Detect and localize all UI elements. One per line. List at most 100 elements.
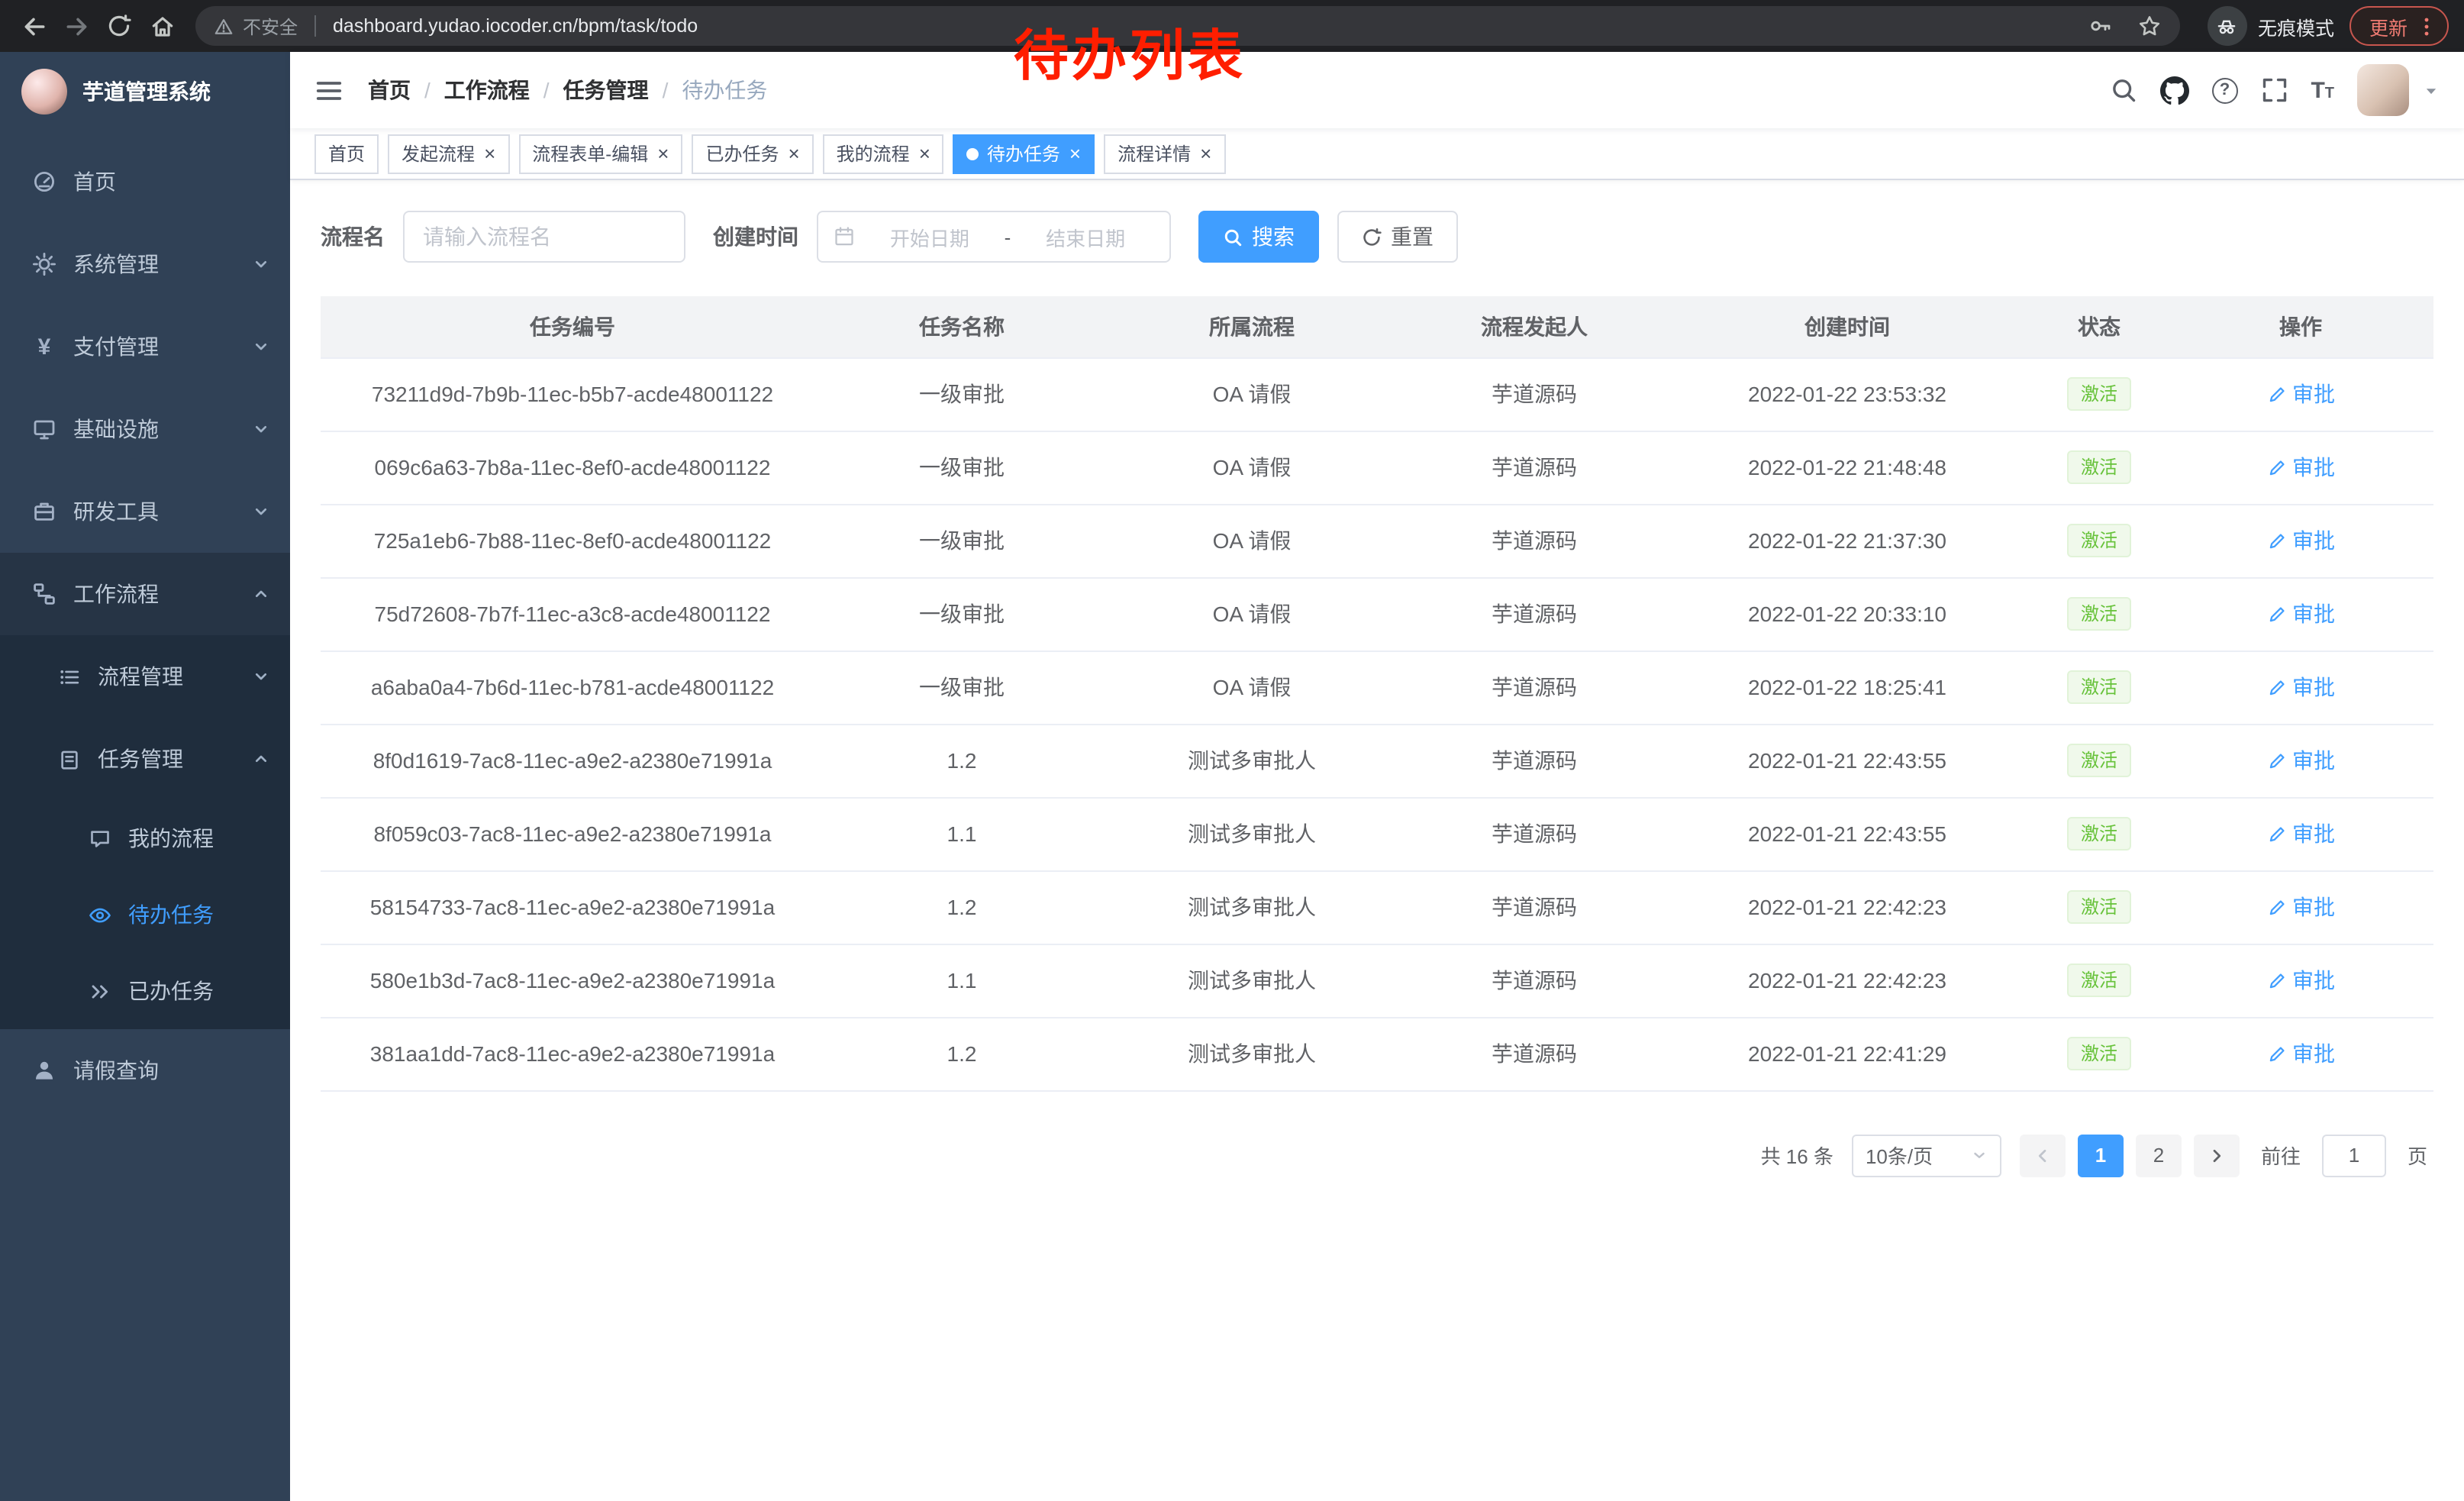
sidebar-item-system[interactable]: 系统管理 — [0, 223, 290, 305]
browser-menu-dots-icon[interactable] — [2415, 15, 2438, 37]
sidebar-item-devtools[interactable]: 研发工具 — [0, 470, 290, 553]
close-icon[interactable]: × — [919, 144, 930, 163]
prev-page-button[interactable] — [2020, 1134, 2066, 1177]
approve-link[interactable]: 审批 — [2266, 818, 2335, 849]
tab-my-process[interactable]: 我的流程 × — [823, 134, 944, 173]
browser-back-button[interactable] — [12, 5, 55, 47]
help-icon[interactable]: ? — [2211, 77, 2237, 103]
sidebar-item-infrastructure[interactable]: 基础设施 — [0, 388, 290, 470]
next-page-button[interactable] — [2194, 1134, 2240, 1177]
yen-icon: ¥ — [31, 335, 58, 358]
approve-link[interactable]: 审批 — [2266, 892, 2335, 922]
sidebar-item-home[interactable]: 首页 — [0, 140, 290, 223]
status-badge: 激活 — [2067, 1037, 2131, 1070]
cell-task-id: 069c6a63-7b8a-11ec-8ef0-acde48001122 — [321, 431, 824, 504]
sidebar-item-label: 已办任务 — [128, 976, 214, 1006]
start-date-placeholder[interactable]: 开始日期 — [861, 222, 998, 251]
sidebar-item-done-task[interactable]: 已办任务 — [0, 953, 290, 1029]
tab-todo-task[interactable]: 待办任务 × — [953, 134, 1095, 173]
font-size-icon[interactable]: TT — [2311, 77, 2334, 103]
cell-task-name: 一级审批 — [824, 650, 1099, 724]
browser-home-button[interactable] — [140, 5, 183, 47]
browser-forward-button[interactable] — [55, 5, 98, 47]
tab-home[interactable]: 首页 — [314, 134, 379, 173]
reset-button[interactable]: 重置 — [1337, 211, 1458, 263]
cell-task-id: 8f0d1619-7ac8-11ec-a9e2-a2380e71991a — [321, 724, 824, 797]
breadcrumb-item-workflow[interactable]: 工作流程 — [444, 75, 530, 105]
tab-done-task[interactable]: 已办任务 × — [692, 134, 813, 173]
workflow-submenu: 流程管理 任务管理 — [0, 635, 290, 1029]
cell-created: 2022-01-21 22:42:23 — [1664, 944, 2030, 1017]
close-icon[interactable]: × — [788, 144, 799, 163]
approve-link-label: 审批 — [2292, 965, 2335, 996]
approve-link[interactable]: 审批 — [2266, 672, 2335, 702]
close-icon[interactable]: × — [1069, 144, 1081, 163]
end-date-placeholder[interactable]: 结束日期 — [1017, 222, 1154, 251]
user-avatar[interactable] — [2357, 64, 2409, 116]
tab-process-detail[interactable]: 流程详情 × — [1104, 134, 1225, 173]
approve-link[interactable]: 审批 — [2266, 745, 2335, 776]
fullscreen-icon[interactable] — [2260, 76, 2288, 104]
approve-link[interactable]: 审批 — [2266, 379, 2335, 409]
incognito-icon — [2208, 6, 2247, 46]
close-icon[interactable]: × — [484, 144, 495, 163]
close-icon[interactable]: × — [657, 144, 669, 163]
sidebar-item-todo-task[interactable]: 待办任务 — [0, 876, 290, 953]
status-badge: 激活 — [2067, 817, 2131, 851]
breadcrumb-item-task-management[interactable]: 任务管理 — [563, 75, 649, 105]
cell-process: 测试多审批人 — [1099, 724, 1405, 797]
chevron-down-icon — [252, 420, 270, 438]
browser-update-button[interactable]: 更新 — [2350, 6, 2449, 46]
browser-refresh-button[interactable] — [98, 5, 140, 47]
approve-link[interactable]: 审批 — [2266, 525, 2335, 556]
screen: 不安全 dashboard.yudao.iocoder.cn/bpm/task/… — [0, 0, 2464, 1501]
password-key-icon[interactable] — [2088, 14, 2113, 38]
cell-process: OA 请假 — [1099, 504, 1405, 577]
date-range-picker[interactable]: 开始日期 - 结束日期 — [817, 211, 1171, 263]
approve-link-label: 审批 — [2292, 745, 2335, 776]
sidebar-item-workflow[interactable]: 工作流程 — [0, 553, 290, 635]
process-name-input[interactable] — [403, 211, 685, 263]
breadcrumb-item-home[interactable]: 首页 — [368, 75, 411, 105]
search-icon[interactable] — [2109, 76, 2137, 104]
sidebar-item-task-management[interactable]: 任务管理 — [0, 718, 290, 800]
tab-start-process[interactable]: 发起流程 × — [388, 134, 509, 173]
page-size-select[interactable]: 10条/页 — [1852, 1134, 2001, 1177]
cell-task-name: 一级审批 — [824, 577, 1099, 650]
person-icon — [31, 1058, 58, 1083]
avatar-caret-down-icon[interactable] — [2423, 82, 2440, 98]
sidebar-item-my-process[interactable]: 我的流程 — [0, 800, 290, 876]
sidebar-item-leave-query[interactable]: 请假查询 — [0, 1029, 290, 1112]
chevron-down-icon — [252, 502, 270, 521]
bookmark-star-icon[interactable] — [2137, 14, 2162, 38]
address-bar[interactable]: 不安全 dashboard.yudao.iocoder.cn/bpm/task/… — [195, 6, 2180, 46]
approve-link[interactable]: 审批 — [2266, 452, 2335, 483]
cell-task-name: 一级审批 — [824, 357, 1099, 431]
goto-page-input[interactable] — [2322, 1134, 2386, 1177]
sidebar-item-payment[interactable]: ¥ 支付管理 — [0, 305, 290, 388]
col-created: 创建时间 — [1664, 296, 2030, 357]
chevron-up-icon — [252, 585, 270, 603]
search-button[interactable]: 搜索 — [1198, 211, 1319, 263]
github-icon[interactable] — [2159, 76, 2188, 105]
range-separator: - — [998, 225, 1018, 248]
approve-link[interactable]: 审批 — [2266, 599, 2335, 629]
cell-task-name: 1.1 — [824, 944, 1099, 1017]
col-initiator: 流程发起人 — [1405, 296, 1664, 357]
update-label: 更新 — [2369, 11, 2408, 40]
cell-created: 2022-01-22 23:53:32 — [1664, 357, 2030, 431]
page-size-value: 10条/页 — [1866, 1141, 1933, 1170]
close-icon[interactable]: × — [1200, 144, 1211, 163]
monitor-icon — [31, 417, 58, 441]
approve-link[interactable]: 审批 — [2266, 1038, 2335, 1069]
sidebar-item-process-management[interactable]: 流程管理 — [0, 635, 290, 718]
cell-initiator: 芋道源码 — [1405, 870, 1664, 944]
tab-process-form-edit[interactable]: 流程表单-编辑 × — [518, 134, 682, 173]
cell-initiator: 芋道源码 — [1405, 650, 1664, 724]
page-button-1[interactable]: 1 — [2078, 1134, 2124, 1177]
approve-link[interactable]: 审批 — [2266, 965, 2335, 996]
page-button-2[interactable]: 2 — [2136, 1134, 2182, 1177]
sidebar-collapse-icon[interactable] — [314, 76, 343, 105]
status-badge: 激活 — [2067, 890, 2131, 924]
cell-task-id: 58154733-7ac8-11ec-a9e2-a2380e71991a — [321, 870, 824, 944]
